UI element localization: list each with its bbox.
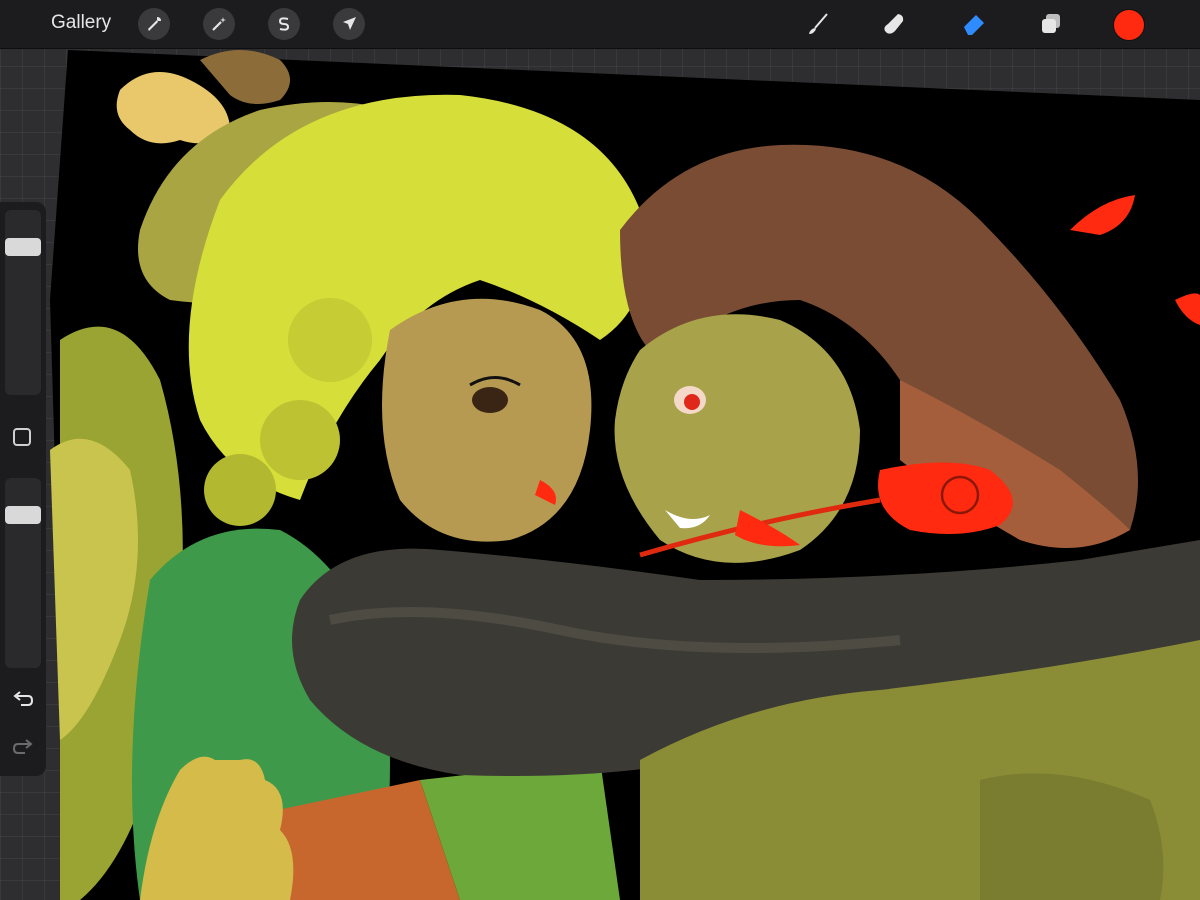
top-toolbar: Gallery: [0, 0, 1200, 49]
brush-size-slider[interactable]: [5, 210, 41, 395]
color-picker-swatch[interactable]: [1113, 9, 1145, 41]
redo-arrow-icon: [12, 739, 33, 754]
smudge-finger-icon: [884, 14, 904, 34]
eraser-icon: [964, 15, 984, 35]
opacity-thumb[interactable]: [5, 506, 41, 525]
artwork-canvas[interactable]: [0, 0, 1200, 900]
left-sidebar: [0, 202, 46, 776]
undo-button[interactable]: [9, 688, 37, 712]
layers-icon: [1042, 14, 1060, 33]
magic-wand-icon: [212, 17, 226, 31]
smudge-tool[interactable]: [877, 8, 911, 40]
selection-button[interactable]: [268, 8, 300, 40]
selection-s-icon: [278, 17, 290, 31]
opacity-slider[interactable]: [5, 478, 41, 668]
arrow-cursor-icon: [343, 17, 356, 30]
modify-button[interactable]: [13, 428, 31, 446]
left-figure-face: [382, 298, 592, 542]
transform-button[interactable]: [333, 8, 365, 40]
eraser-tool[interactable]: [957, 8, 991, 40]
undo-arrow-icon: [13, 691, 34, 706]
gallery-button[interactable]: Gallery: [51, 12, 111, 34]
redo-button[interactable]: [9, 736, 37, 760]
actions-button[interactable]: [138, 8, 170, 40]
wrench-icon: [148, 17, 161, 31]
brush-tool[interactable]: [801, 8, 835, 40]
brush-size-thumb[interactable]: [5, 238, 41, 257]
paintbrush-icon: [809, 13, 828, 34]
layers-button[interactable]: [1034, 8, 1068, 40]
adjustments-button[interactable]: [203, 8, 235, 40]
